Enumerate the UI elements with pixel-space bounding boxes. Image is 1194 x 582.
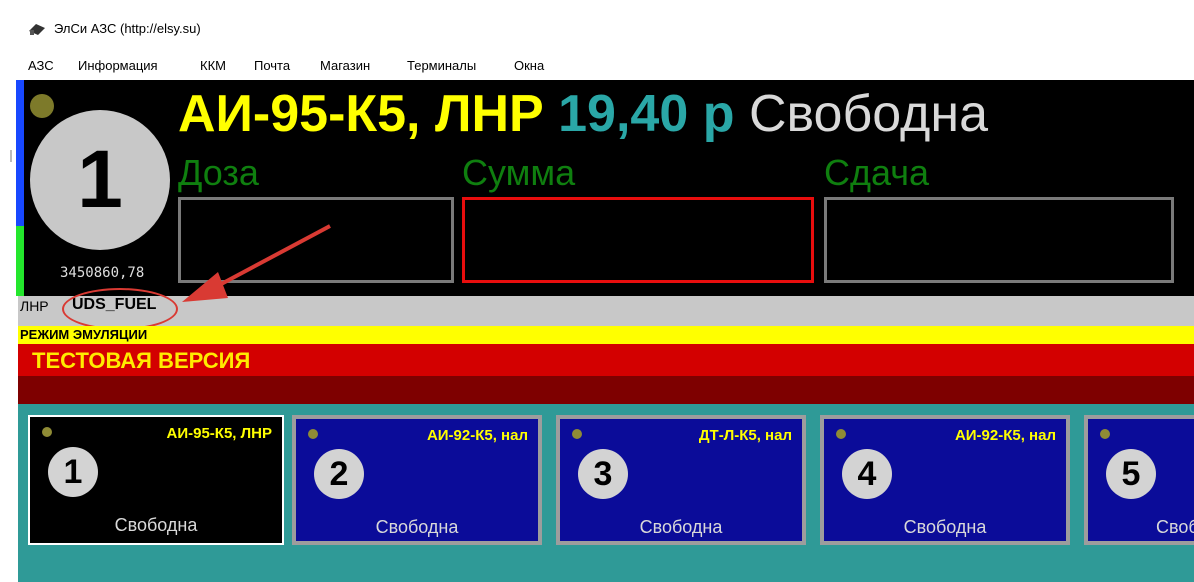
pump-status: Свободна bbox=[903, 517, 987, 537]
annotation-ellipse bbox=[62, 288, 178, 330]
pump-number: 3 bbox=[593, 455, 613, 493]
pump-status-text: Свободна bbox=[748, 85, 988, 143]
app-icon bbox=[29, 24, 45, 35]
pump-status: Свободна bbox=[639, 517, 723, 537]
pump-number: 2 bbox=[329, 455, 349, 493]
dark-red-strip bbox=[18, 376, 1194, 404]
pump-counter: 3450860,78 bbox=[60, 265, 145, 281]
menu-azs[interactable]: АЗС bbox=[28, 58, 54, 73]
pump-fuel: ДТ-Л-К5, нал bbox=[698, 427, 792, 444]
pump-status-indicator bbox=[30, 94, 54, 118]
menu-terminals[interactable]: Терминалы bbox=[407, 58, 476, 73]
menu-mail[interactable]: Почта bbox=[254, 58, 290, 73]
pump-number: 5 bbox=[1121, 455, 1141, 493]
pump-card-3[interactable]: ДТ-Л-К5, нал 3 Свободна bbox=[556, 415, 806, 545]
pump-status-dot bbox=[42, 427, 52, 437]
status-bar-blue bbox=[16, 80, 24, 226]
window-title: ЭлСи АЗС (http://elsy.su) bbox=[54, 21, 201, 36]
menu-kkm[interactable]: ККМ bbox=[200, 58, 226, 73]
pump-status-dot bbox=[1100, 429, 1110, 439]
change-field[interactable] bbox=[824, 197, 1174, 283]
region-label: ЛНР bbox=[20, 298, 49, 314]
pump-status: Свободна bbox=[375, 517, 459, 537]
pump-status: Свободна bbox=[1156, 517, 1194, 537]
sum-label: Сумма bbox=[462, 152, 576, 193]
menu-windows[interactable]: Окна bbox=[514, 58, 544, 73]
annotation-arrow-icon bbox=[182, 224, 331, 302]
pump-status-dot bbox=[308, 429, 318, 439]
left-mark bbox=[10, 150, 12, 162]
pump-card-4[interactable]: АИ-92-К5, нал 4 Свободна bbox=[820, 415, 1070, 545]
fuel-line: АИ-95-К5, ЛНР 19,40 р Свободна bbox=[178, 84, 988, 144]
pump-card-2[interactable]: АИ-92-К5, нал 2 Свободна bbox=[292, 415, 542, 545]
emulation-mode-text: РЕЖИМ ЭМУЛЯЦИИ bbox=[20, 327, 148, 342]
change-label: Сдача bbox=[824, 152, 930, 193]
pump-card-5[interactable]: 5 Свободна bbox=[1084, 415, 1194, 545]
pump-status: Свободна bbox=[114, 515, 198, 535]
test-version-text: ТЕСТОВАЯ ВЕРСИЯ bbox=[32, 348, 251, 373]
status-bar-green bbox=[16, 226, 24, 296]
pump-fuel: АИ-92-К5, нал bbox=[954, 427, 1056, 444]
menu-shop[interactable]: Магазин bbox=[320, 58, 370, 73]
pump-number: 1 bbox=[77, 134, 123, 225]
fuel-price: 19,40 р bbox=[558, 85, 735, 143]
sum-field[interactable] bbox=[462, 197, 814, 283]
dose-label: Доза bbox=[178, 152, 259, 193]
pump-fuel: АИ-92-К5, нал bbox=[426, 427, 528, 444]
fuel-name: АИ-95-К5, ЛНР bbox=[178, 85, 544, 143]
pump-number: 4 bbox=[857, 455, 877, 493]
pump-number: 1 bbox=[63, 453, 83, 491]
menu-bar bbox=[0, 50, 1194, 80]
pump-status-dot bbox=[572, 429, 582, 439]
pump-fuel: АИ-95-К5, ЛНР bbox=[166, 425, 272, 442]
menu-information[interactable]: Информация bbox=[78, 58, 158, 73]
emulation-strip bbox=[18, 326, 1194, 344]
pump-status-dot bbox=[836, 429, 846, 439]
pump-card-1[interactable]: АИ-95-К5, ЛНР 1 Свободна bbox=[28, 415, 284, 545]
